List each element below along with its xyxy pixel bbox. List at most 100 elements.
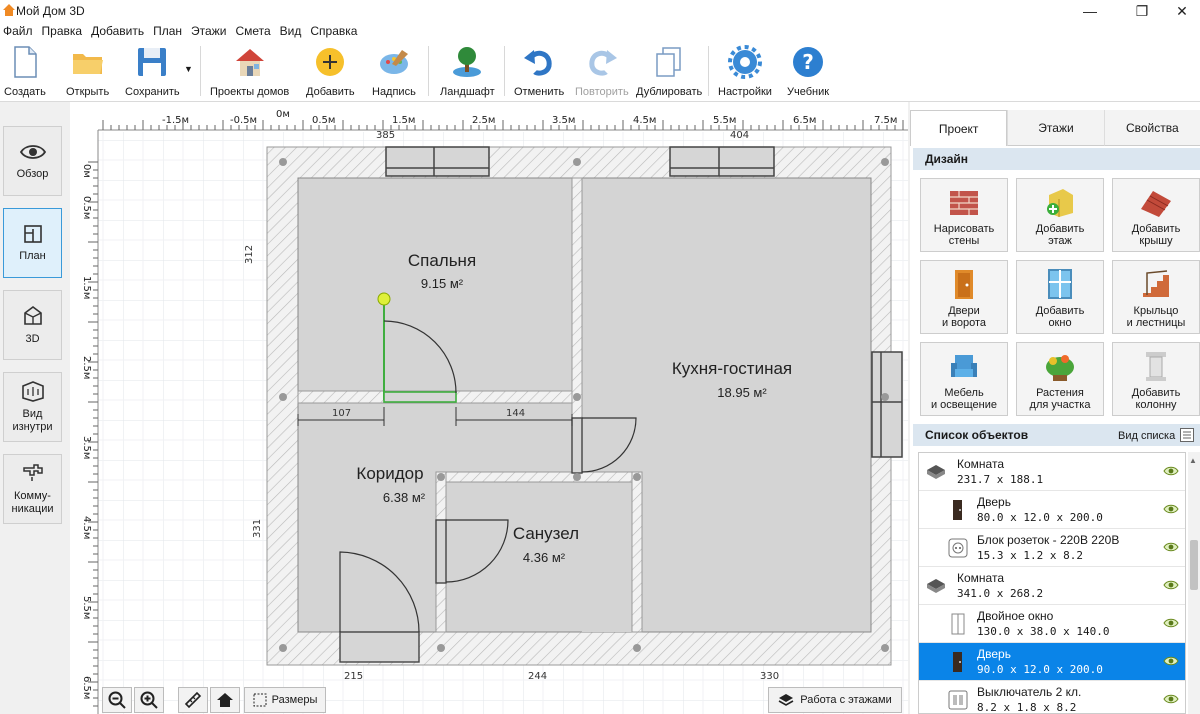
door-handle-point[interactable] [377, 292, 391, 306]
add-floor-label-1: Добавить [1035, 223, 1085, 235]
tab-floors[interactable]: Этажи [1007, 110, 1104, 146]
inside-view-button[interactable]: Вид изнутри [3, 372, 62, 442]
open-button[interactable]: Открыть [66, 44, 109, 98]
gear-icon [727, 45, 762, 79]
landscape-button[interactable]: Ландшафт [440, 44, 495, 98]
duplicate-button[interactable]: Дублировать [636, 44, 702, 98]
tree-icon [453, 47, 482, 77]
dimension-label: 404 [730, 130, 749, 141]
furniture-label-2: и освещение [930, 399, 998, 411]
add-floor-label-2: этаж [1048, 235, 1072, 247]
scroll-up-arrow-icon[interactable]: ▲ [1189, 456, 1197, 465]
list-item[interactable]: Комната 231.7 x 188.1 [919, 453, 1185, 491]
room-interior-icon [21, 381, 44, 402]
object-list-scrollbar[interactable]: ▲ [1188, 452, 1200, 714]
inside-view-label-1: Вид [22, 408, 43, 420]
save-dropdown-arrow-icon[interactable]: ▼ [184, 64, 193, 74]
3d-mode-button[interactable]: 3D [3, 290, 62, 360]
window-top-right[interactable] [669, 146, 775, 177]
menu-edit[interactable]: Правка [39, 22, 89, 40]
plants-button[interactable]: Растения для участка [1016, 342, 1104, 416]
zoom-in-button[interactable] [134, 687, 164, 713]
object-list[interactable]: Комната 231.7 x 188.1 Дверь 80.0 x 12.0 … [918, 452, 1186, 714]
add-window-button[interactable]: Добавить окно [1016, 260, 1104, 334]
add-roof-label-2: крышу [1139, 235, 1173, 247]
list-item-selected[interactable]: Дверь 90.0 x 12.0 x 200.0 [919, 643, 1185, 681]
tab-properties[interactable]: Свойства [1103, 110, 1200, 146]
add-floor-button[interactable]: Добавить этаж [1016, 178, 1104, 252]
toolbar-separator [428, 46, 429, 96]
dimensions-button[interactable]: Размеры [244, 687, 326, 713]
floors-work-button[interactable]: Работа с этажами [768, 687, 902, 713]
list-item[interactable]: Блок розеток - 220В 220В 15.3 x 1.2 x 8.… [919, 529, 1185, 567]
list-view-icon[interactable] [1180, 428, 1194, 442]
plan-canvas[interactable]: -1.5м -0.5м 0м 0.5м 1.5м 2.5м 3.5м 4.5м … [70, 102, 908, 714]
column-icon [1146, 352, 1166, 381]
menu-view[interactable]: Вид [277, 22, 308, 40]
scrollbar-thumb[interactable] [1190, 540, 1198, 590]
tab-project[interactable]: Проект [910, 110, 1008, 146]
maximize-button[interactable]: ❐ [1120, 0, 1164, 22]
window-right[interactable] [871, 351, 903, 458]
visibility-eye-icon[interactable] [1163, 541, 1179, 553]
menu-estimate[interactable]: Смета [232, 22, 276, 40]
minimize-button[interactable]: — [1068, 0, 1112, 22]
settings-button[interactable]: Настройки [718, 44, 772, 98]
ruler-left-label: 5.5м [81, 596, 92, 619]
redo-button[interactable]: Повторить [575, 44, 629, 98]
add-button[interactable]: Добавить [306, 44, 355, 98]
partition-wall[interactable] [435, 471, 643, 483]
power-outlet-icon [948, 538, 968, 558]
dimensions-label: Размеры [271, 694, 318, 706]
armchair-icon [951, 355, 977, 377]
doors-gates-button[interactable]: Двери и ворота [920, 260, 1008, 334]
list-item[interactable]: Двойное окно 130.0 x 38.0 x 140.0 [919, 605, 1185, 643]
save-button[interactable]: Сохранить [125, 44, 180, 98]
label-button[interactable]: Надпись [372, 44, 416, 98]
zoom-out-button[interactable] [102, 687, 132, 713]
visibility-eye-icon[interactable] [1163, 503, 1179, 515]
visibility-eye-icon[interactable] [1163, 693, 1179, 705]
visibility-eye-icon[interactable] [1163, 579, 1179, 591]
house-projects-button[interactable]: Проекты домов [210, 44, 289, 98]
panel-tabs: Проект Этажи Свойства [910, 110, 1200, 146]
list-item[interactable]: Выключатель 2 кл. 8.2 x 1.8 x 8.2 [919, 681, 1185, 713]
plus-circle-icon [316, 48, 345, 76]
ruler-top-label: 7.5м [874, 115, 897, 126]
window-top-left[interactable] [385, 146, 490, 177]
menu-file[interactable]: Файл [0, 22, 39, 40]
home-view-button[interactable] [210, 687, 240, 713]
menu-help[interactable]: Справка [307, 22, 363, 40]
tutorial-button[interactable]: ? Учебник [787, 44, 829, 98]
menu-plan[interactable]: План [150, 22, 188, 40]
visibility-eye-icon[interactable] [1163, 655, 1179, 667]
plan-mode-button[interactable]: План [3, 208, 62, 278]
menu-floors[interactable]: Этажи [188, 22, 232, 40]
visibility-eye-icon[interactable] [1163, 617, 1179, 629]
menu-add[interactable]: Добавить [88, 22, 150, 40]
add-column-button[interactable]: Добавить колонну [1112, 342, 1200, 416]
porch-stairs-button[interactable]: Крыльцо и лестницы [1112, 260, 1200, 334]
create-button[interactable]: Создать [4, 44, 46, 98]
measure-button[interactable] [178, 687, 208, 713]
draw-walls-label-2: стены [948, 235, 980, 247]
overview-mode-button[interactable]: Обзор [3, 126, 62, 196]
list-item[interactable]: Комната 341.0 x 268.2 [919, 567, 1185, 605]
add-roof-button[interactable]: Добавить крышу [1112, 178, 1200, 252]
undo-button[interactable]: Отменить [514, 44, 564, 98]
floor-plan-svg[interactable]: -1.5м -0.5м 0м 0.5м 1.5м 2.5м 3.5м 4.5м … [70, 102, 908, 714]
floor-plan-icon [23, 224, 42, 243]
list-view-toggle[interactable]: Вид списка [1118, 430, 1175, 442]
furniture-lighting-button[interactable]: Мебель и освещение [920, 342, 1008, 416]
dimension-label: 330 [760, 671, 779, 682]
room-area-bedroom: 9.15 м² [421, 276, 464, 291]
title-bar: Мой Дом 3D — ❐ ✕ [0, 0, 1200, 22]
partition-wall[interactable] [631, 471, 643, 633]
list-item[interactable]: Дверь 80.0 x 12.0 x 200.0 [919, 491, 1185, 529]
communications-button[interactable]: Комму-никации [3, 454, 62, 524]
close-button[interactable]: ✕ [1160, 0, 1200, 22]
visibility-eye-icon[interactable] [1163, 465, 1179, 477]
communications-label-2: никации [11, 503, 54, 515]
draw-walls-button[interactable]: Нарисовать стены [920, 178, 1008, 252]
zoom-out-icon [108, 691, 126, 709]
